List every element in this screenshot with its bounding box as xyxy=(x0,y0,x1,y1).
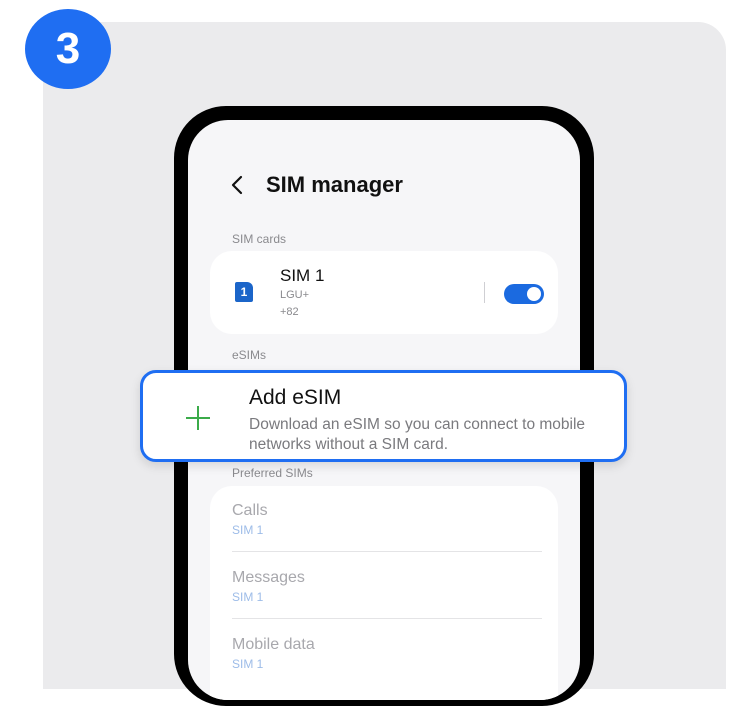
step-number: 3 xyxy=(55,24,81,73)
sim-card-row[interactable]: 1 SIM 1 LGU+ +82 xyxy=(210,251,558,334)
preferred-item-mobile-data[interactable]: Mobile data SIM 1 xyxy=(232,636,315,671)
section-label-esims: eSIMs xyxy=(232,348,267,362)
divider xyxy=(232,551,542,552)
add-esim-description: Download an eSIM so you can connect to m… xyxy=(249,416,586,453)
sim-card-icon: 1 xyxy=(235,282,253,302)
sim-carrier: LGU+ xyxy=(280,289,310,301)
preferred-item-messages[interactable]: Messages SIM 1 xyxy=(232,569,305,604)
preferred-sims-card: Calls SIM 1 Messages SIM 1 Mobile data S… xyxy=(210,486,558,700)
divider xyxy=(484,282,485,303)
section-label-preferred-sims: Preferred SIMs xyxy=(232,466,313,480)
toggle-knob xyxy=(527,287,541,301)
add-esim-title: Add eSIM xyxy=(249,386,342,409)
divider xyxy=(232,618,542,619)
plus-icon xyxy=(183,403,213,433)
sim-name: SIM 1 xyxy=(280,266,325,285)
section-label-sim-cards: SIM cards xyxy=(232,232,287,246)
sim-number: +82 xyxy=(280,306,299,318)
preferred-item-value: SIM 1 xyxy=(232,523,264,537)
sim-toggle[interactable] xyxy=(504,284,544,304)
preferred-item-calls[interactable]: Calls SIM 1 xyxy=(232,502,268,537)
sim-icon-number: 1 xyxy=(240,285,248,299)
preferred-item-title: Messages xyxy=(232,569,305,586)
preferred-item-value: SIM 1 xyxy=(232,657,264,671)
page-title: SIM manager xyxy=(266,172,403,197)
add-esim-button[interactable]: Add eSIM Download an eSIM so you can con… xyxy=(140,370,627,462)
app-bar: SIM manager xyxy=(230,172,403,198)
step-badge: 3 xyxy=(25,9,111,89)
back-arrow-icon[interactable] xyxy=(230,172,256,198)
preferred-item-value: SIM 1 xyxy=(232,590,264,604)
preferred-item-title: Mobile data xyxy=(232,636,315,653)
preferred-item-title: Calls xyxy=(232,502,268,519)
